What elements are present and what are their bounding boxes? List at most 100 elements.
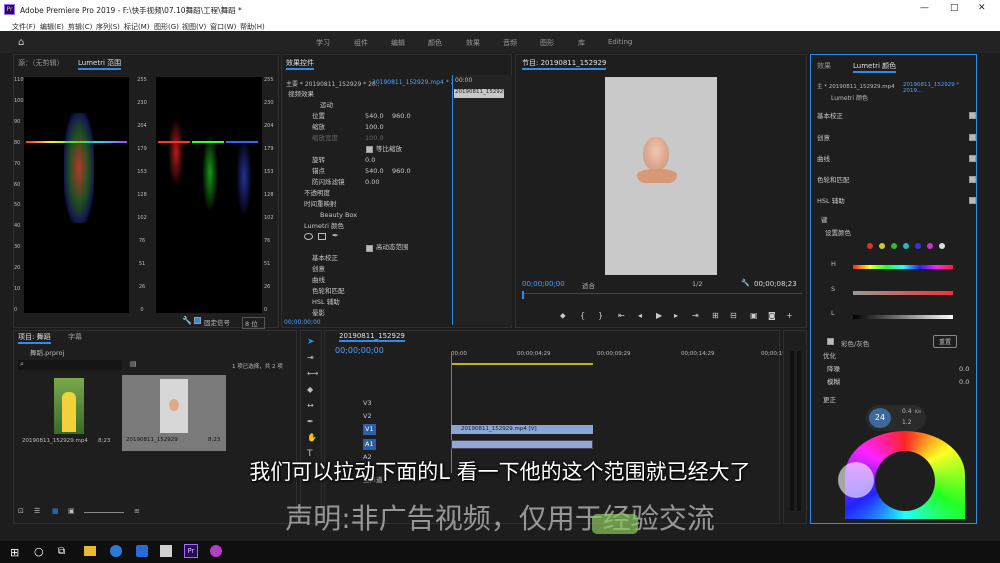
rotation-value[interactable]: 0.0: [365, 155, 375, 166]
tab-captions[interactable]: 字幕: [68, 332, 82, 342]
in-point-icon[interactable]: {: [580, 311, 585, 320]
curves-checkbox[interactable]: [969, 155, 976, 162]
section-wheels[interactable]: 色轮和匹配: [817, 175, 850, 186]
anchor-y[interactable]: 960.0: [392, 166, 411, 177]
position-y[interactable]: 960.0: [392, 111, 411, 122]
audio-clip[interactable]: [451, 440, 593, 449]
section-hsl[interactable]: HSL 辅助: [817, 196, 845, 207]
basic-checkbox[interactable]: [969, 112, 976, 119]
anchor-x[interactable]: 540.0: [365, 166, 384, 177]
swatch-magenta[interactable]: [927, 243, 933, 249]
tab-project[interactable]: 项目: 舞蹈: [18, 332, 51, 344]
wheels-checkbox[interactable]: [969, 176, 976, 183]
flicker-value[interactable]: 0.00: [365, 177, 379, 188]
tab-sequence[interactable]: 20190811_152929: [339, 332, 405, 342]
track-a1[interactable]: A1: [363, 439, 376, 450]
swatch-blue[interactable]: [915, 243, 921, 249]
wrench-icon[interactable]: 🔧: [182, 316, 192, 325]
clamp-checkbox[interactable]: [194, 317, 201, 324]
refine-header[interactable]: 优化: [823, 351, 836, 362]
clip-selector[interactable]: 20190811_152929.mp4 * 20..: [372, 79, 462, 86]
slip-icon[interactable]: ↔: [307, 401, 314, 410]
blur-value[interactable]: 0.0: [959, 377, 969, 388]
swatch-red[interactable]: [867, 243, 873, 249]
step-back-icon[interactable]: ◂: [638, 311, 642, 320]
swatch-yellow[interactable]: [879, 243, 885, 249]
app-icon-mail[interactable]: [160, 545, 172, 557]
workspace-learn[interactable]: 学习: [316, 38, 330, 48]
project-item-mp4[interactable]: 20190811_152929.mp4 8;23: [22, 376, 112, 450]
tab-effects[interactable]: 效果: [817, 61, 831, 71]
tab-lumetri-color[interactable]: Lumetri 颜色: [853, 61, 897, 73]
add-button-icon[interactable]: +: [786, 311, 793, 320]
file-explorer-icon[interactable]: [84, 546, 96, 556]
step-forward-icon[interactable]: ▸: [674, 311, 678, 320]
tab-effect-controls[interactable]: 效果控件: [286, 58, 314, 70]
fx-beauty-box[interactable]: Beauty Box: [320, 210, 357, 221]
workspace-graphics[interactable]: 图形: [540, 38, 554, 48]
app-icon-x[interactable]: [136, 545, 148, 557]
lumetri-basic[interactable]: 基本校正: [312, 253, 338, 264]
list-view-icon[interactable]: ☰: [34, 507, 40, 515]
premiere-taskbar-icon[interactable]: Pr: [184, 544, 198, 558]
swatch-white[interactable]: [939, 243, 945, 249]
hand-icon[interactable]: ✋: [307, 433, 317, 442]
workspace-editing-en[interactable]: Editing: [608, 38, 632, 46]
track-v1[interactable]: V1: [363, 424, 376, 435]
marker-icon[interactable]: ⬥: [560, 311, 566, 321]
track-select-icon[interactable]: ⇥: [307, 353, 314, 362]
s-range-slider[interactable]: [853, 291, 953, 295]
section-curves[interactable]: 曲线: [817, 154, 830, 165]
workspace-color[interactable]: 颜色: [428, 38, 442, 48]
app-icon-purple[interactable]: [210, 545, 222, 557]
browser-icon[interactable]: [110, 545, 122, 557]
bits-select[interactable]: 8 位: [242, 317, 265, 329]
compare-icon[interactable]: ▣: [750, 311, 758, 320]
go-to-out-icon[interactable]: ⇥: [692, 311, 699, 320]
tab-source[interactable]: 源：（无剪辑）: [18, 58, 64, 68]
quality-select[interactable]: 1/2: [692, 280, 702, 288]
workspace-effects[interactable]: 效果: [466, 38, 480, 48]
fx-motion[interactable]: 运动: [320, 100, 333, 111]
pen-mask-icon[interactable]: ✒: [332, 231, 339, 240]
close-button[interactable]: ✕: [978, 3, 986, 13]
icon-view-icon[interactable]: ▦: [52, 507, 59, 515]
zoom-slider[interactable]: [84, 512, 124, 513]
workspace-editing[interactable]: 编辑: [391, 38, 405, 48]
lumetri-curves[interactable]: 曲线: [312, 275, 325, 286]
lumetri-vignette[interactable]: 晕影: [312, 308, 325, 319]
ellipse-mask-icon[interactable]: [304, 233, 313, 240]
timeline-timecode[interactable]: 00;00;00;00: [335, 346, 384, 355]
track-v3[interactable]: V3: [363, 398, 372, 409]
denoise-value[interactable]: 0.0: [959, 364, 969, 375]
lumetri-hsl[interactable]: HSL 辅助: [312, 297, 340, 308]
tab-lumetri-scopes[interactable]: Lumetri 范围: [78, 58, 122, 70]
start-icon[interactable]: ⊞: [10, 546, 19, 559]
new-bin-icon[interactable]: ▤: [130, 360, 137, 368]
out-point-icon[interactable]: }: [598, 311, 603, 320]
playhead[interactable]: [451, 353, 452, 473]
sort-icon[interactable]: ≡: [134, 507, 140, 515]
fx-opacity[interactable]: 不透明度: [304, 188, 330, 199]
selection-tool-icon[interactable]: ➤: [307, 337, 315, 347]
workspace-assembly[interactable]: 组件: [354, 38, 368, 48]
razor-icon[interactable]: ◆: [307, 385, 313, 394]
insert-icon[interactable]: ⊞: [712, 311, 719, 320]
go-to-in-icon[interactable]: ⇤: [618, 311, 625, 320]
minimize-button[interactable]: —: [920, 3, 929, 13]
lumetri-sequence[interactable]: 20190811_152929 * 2019...: [903, 82, 976, 94]
color-gray-checkbox[interactable]: [827, 338, 834, 345]
ripple-edit-icon[interactable]: ⟷: [307, 369, 318, 378]
freeform-view-icon[interactable]: ▣: [68, 507, 75, 515]
program-wrench-icon[interactable]: 🔧: [741, 279, 750, 287]
swatch-green[interactable]: [891, 243, 897, 249]
lumetri-creative[interactable]: 创意: [312, 264, 325, 275]
fx-time-remap[interactable]: 时间重映射: [304, 199, 337, 210]
workspace-audio[interactable]: 音频: [503, 38, 517, 48]
lock-icon[interactable]: ⊡: [18, 507, 24, 515]
search-taskbar-icon[interactable]: ○: [34, 545, 44, 558]
play-icon[interactable]: ▶: [656, 311, 662, 320]
fit-select[interactable]: 适合: [582, 280, 595, 290]
lumetri-wheels[interactable]: 色轮和匹配: [312, 286, 345, 297]
task-view-icon[interactable]: ⧉: [58, 546, 65, 557]
